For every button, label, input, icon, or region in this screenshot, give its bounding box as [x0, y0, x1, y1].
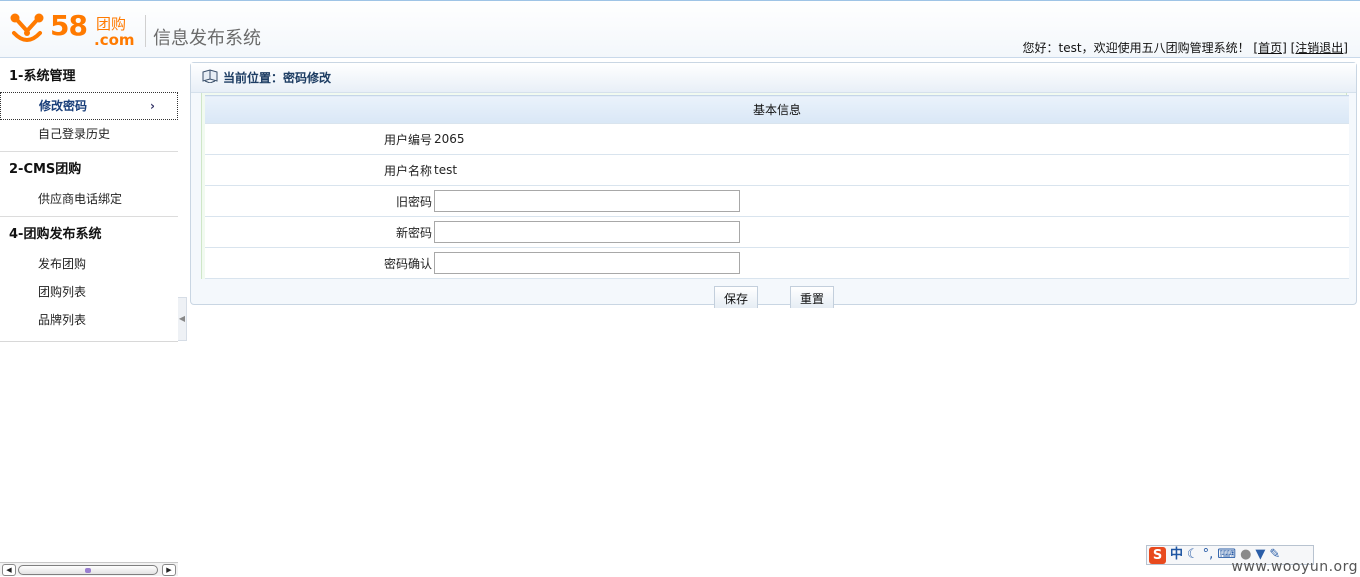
welcome-text: 您好：test，欢迎使用五八团购管理系统！ — [1022, 41, 1250, 55]
sidebar-item-brand-list[interactable]: 品牌列表 — [0, 306, 178, 334]
username-label: 用户名称 — [205, 154, 433, 186]
current-location: 当前位置：密码修改 — [223, 71, 332, 85]
old-password-label: 旧密码 — [205, 185, 433, 217]
header-divider — [145, 15, 146, 47]
mascot-logo-icon — [10, 13, 44, 42]
nav-divider — [0, 151, 178, 152]
main-panel: 当前位置：密码修改 基本信息 用户编号 2065 用户名称 test 旧密码 新… — [190, 62, 1357, 308]
sidebar-item-label: 供应商电话绑定 — [38, 192, 123, 206]
scroll-right-icon[interactable]: ▶ — [162, 564, 176, 576]
user-id-value: 2065 — [433, 123, 1349, 155]
nav-group-publish[interactable]: 4-团购发布系统 — [0, 220, 178, 250]
table-row: 旧密码 — [205, 185, 1349, 217]
sidebar-item-label: 发布团购 — [38, 257, 87, 271]
old-password-input[interactable] — [434, 190, 740, 212]
chevron-left-icon: ◀ — [178, 314, 186, 323]
sidebar-collapse-handle[interactable]: ◀ — [178, 297, 187, 341]
sidebar-horizontal-scrollbar[interactable]: ◀ ▶ — [0, 562, 178, 576]
table-row: 新密码 — [205, 216, 1349, 248]
save-button[interactable]: 保存 — [714, 286, 759, 308]
table-row: 用户名称 test — [205, 154, 1349, 186]
reset-button[interactable]: 重置 — [790, 286, 835, 308]
sidebar-item-label: 修改密码 — [39, 99, 88, 113]
new-password-input[interactable] — [434, 221, 740, 243]
sidebar-item-login-history[interactable]: 自己登录历史 — [0, 120, 178, 148]
sidebar-item-supplier-phone[interactable]: 供应商电话绑定 — [0, 185, 178, 213]
nav-group-cms[interactable]: 2-CMS团购 — [0, 155, 178, 185]
new-password-label: 新密码 — [205, 216, 433, 248]
scroll-left-icon[interactable]: ◀ — [2, 564, 16, 576]
section-title: 基本信息 — [205, 95, 1349, 124]
table-row: 密码确认 — [205, 247, 1349, 279]
scrollbar-thumb[interactable] — [18, 565, 158, 575]
welcome-bar: 您好：test，欢迎使用五八团购管理系统！ [首页] [注销退出] — [1023, 39, 1348, 56]
logo-58: 58 — [50, 9, 88, 42]
logo-com: .com — [94, 31, 135, 49]
sidebar-item-label: 团购列表 — [38, 285, 87, 299]
book-icon — [202, 69, 218, 83]
app-header: 58 团购 .com 信息发布系统 您好：test，欢迎使用五八团购管理系统！ … — [0, 0, 1360, 58]
watermark: www.wooyun.org — [1231, 559, 1358, 575]
sidebar-item-label: 品牌列表 — [38, 313, 87, 327]
user-id-label: 用户编号 — [205, 123, 433, 155]
sidebar-item-publish-deal[interactable]: 发布团购 — [0, 250, 178, 278]
sidebar-item-deal-list[interactable]: 团购列表 — [0, 278, 178, 306]
chevron-right-icon: › — [150, 99, 155, 113]
sogou-logo-icon[interactable]: S — [1149, 546, 1166, 564]
moon-icon[interactable]: ☾ — [1187, 546, 1199, 564]
system-title: 信息发布系统 — [153, 28, 261, 49]
site-logo[interactable]: 58 团购 .com — [8, 9, 142, 49]
form-header-row: 基本信息 — [205, 95, 1349, 124]
logout-link[interactable]: [注销退出] — [1291, 41, 1348, 55]
password-form: 基本信息 用户编号 2065 用户名称 test 旧密码 新密码 密码确认 — [205, 95, 1349, 279]
location-bar: 当前位置：密码修改 — [191, 63, 1356, 93]
punctuation-icon[interactable]: °, — [1203, 546, 1214, 564]
confirm-password-label: 密码确认 — [205, 247, 433, 279]
sidebar-item-change-password[interactable]: 修改密码 › — [0, 92, 178, 120]
nav-divider — [0, 216, 178, 217]
home-link[interactable]: [首页] — [1253, 41, 1286, 55]
nav-group-system[interactable]: 1-系统管理 — [0, 62, 178, 92]
confirm-password-input[interactable] — [434, 252, 740, 274]
sidebar-nav: 1-系统管理 修改密码 › 自己登录历史 2-CMS团购 供应商电话绑定 4-团… — [0, 62, 178, 342]
username-value: test — [433, 154, 1349, 186]
sidebar-item-label: 自己登录历史 — [38, 127, 111, 141]
table-row: 用户编号 2065 — [205, 123, 1349, 155]
ime-mode[interactable]: 中 — [1170, 546, 1183, 564]
form-container: 基本信息 用户编号 2065 用户名称 test 旧密码 新密码 密码确认 — [201, 93, 1349, 279]
